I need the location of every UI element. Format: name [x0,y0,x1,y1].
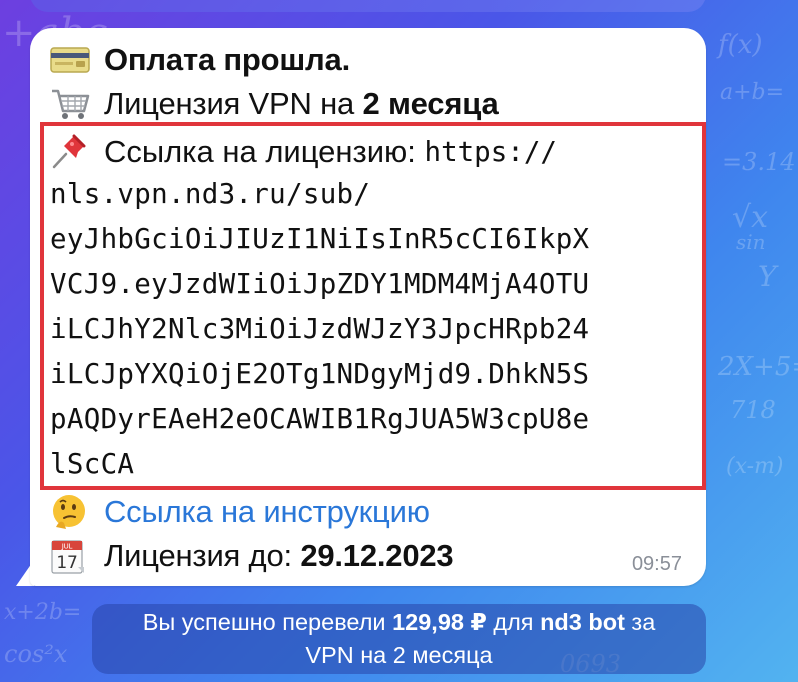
payment-status-text: Оплата прошла. [104,42,350,77]
license-url-segment[interactable]: VCJ9.eyJzdWIiOiJpZDY1MDM4MjA4OTU [50,268,589,300]
license-plan-duration: 2 месяца [362,86,499,121]
doodle-text: sin [736,230,766,254]
license-url-segment[interactable]: nls.vpn.nd3.ru/sub/ [50,178,370,210]
bot-name: nd3 bot [540,609,625,635]
previous-message-bubble[interactable] [30,0,706,12]
doodle-text: a+b= [720,80,785,105]
doodle-text: 2X+5=49 [718,352,798,382]
thinking-face-icon [50,495,92,529]
payment-amount: 129,98 ₽ [392,609,487,635]
service-text: за [624,609,656,635]
license-url-segment[interactable]: lScCA [50,448,134,480]
doodle-text: √x [732,200,769,235]
pushpin-icon [50,134,92,169]
license-url-segment[interactable]: eyJhbGciOiJIUzI1NiIsInR5cCI6IkpX [50,223,589,255]
license-plan-prefix: Лицензия VPN на [104,86,363,121]
service-message: Вы успешно перевели 129,98 ₽ для nd3 bot… [92,604,706,674]
license-url-segment[interactable]: https:// [425,136,557,168]
doodle-text: Y [758,260,777,293]
service-text: Вы успешно перевели [142,609,393,635]
credit-card-icon [50,43,92,77]
doodle-text: =3.14 [722,148,796,176]
message-bubble[interactable]: Оплата прошла. Лицензия VPN на 2 месяца [30,28,706,586]
message-time: 09:57 [631,553,682,575]
service-message-line-2: VPN на 2 месяца [305,642,493,668]
license-url-segment[interactable]: iLCJpYXQiOjE2OTg1NDgyMjd9.DhkN5S [50,358,589,390]
service-message-line-1: Вы успешно перевели 129,98 ₽ для nd3 bot… [92,606,706,639]
doodle-text: 718 [730,396,776,424]
doodle-text: cos²x [4,640,68,668]
instruction-link[interactable]: Ссылка на инструкцию [104,494,430,530]
license-url-segment[interactable]: pAQDyrEAeH2eOCAWIB1RgJUA5W3cpU8e [50,403,589,435]
license-plan-line: Лицензия VPN на 2 месяца [50,86,499,122]
license-expiry-line: JUL 17 Лицензия до: 29.12.2023 [50,538,454,574]
license-url-segment[interactable]: iLCJhY2Nlc3MiOiJzdWJzY3JpcHRpb24 [50,313,589,345]
license-link-header: Ссылка на лицензию: https:// [50,134,557,170]
doodle-text: (x-m) [726,454,784,479]
calendar-month: JUL [61,543,73,551]
license-expiry-label: Лицензия до: [104,538,301,573]
license-link-highlight: Ссылка на лицензию: https:// nls.vpn.nd3… [40,122,706,490]
calendar-day: 17 [56,553,77,573]
service-text: для [486,609,541,635]
instruction-line: Ссылка на инструкцию [50,494,430,530]
doodle-text: f(x) [718,30,763,60]
license-expiry-date: 29.12.2023 [300,538,454,573]
calendar-icon: JUL 17 [50,539,92,574]
doodle-text: x+2b= [4,600,82,625]
license-link-label: Ссылка на лицензию: [104,134,425,169]
shopping-cart-icon [50,87,92,121]
payment-status-line: Оплата прошла. [50,42,350,78]
